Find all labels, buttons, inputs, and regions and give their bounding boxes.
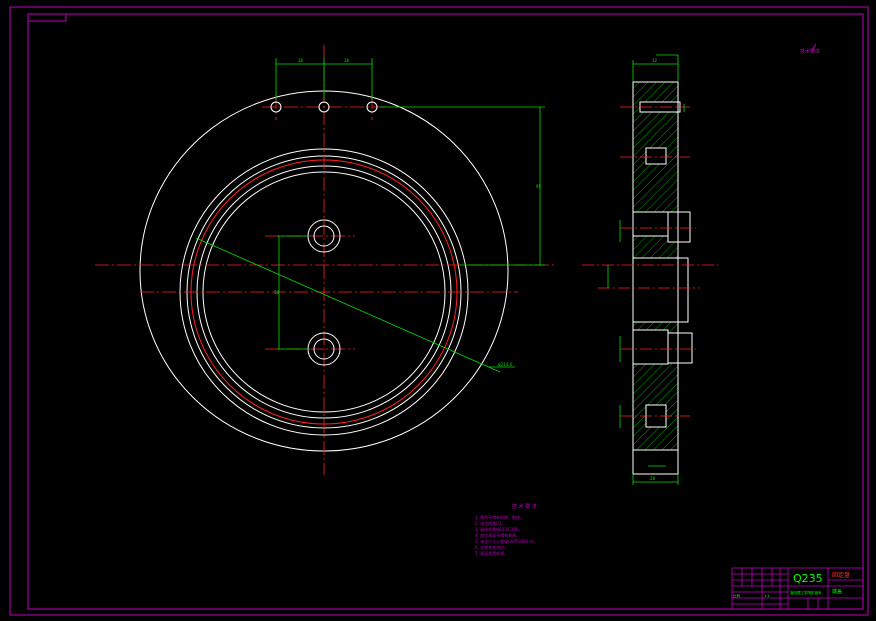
front-centerlines (95, 45, 555, 475)
note-1: 1. 铸件不得有砂眼、裂纹。 (475, 514, 524, 520)
section-view: 12 28 (582, 54, 718, 485)
sheet-border (9, 6, 869, 616)
front-dimension-text: 36 36 95 58 φ214.6 (274, 58, 542, 367)
part-name: 固定盘 (832, 571, 850, 579)
note-3: 3. 调质处理HB220-250。 (475, 526, 523, 532)
dim-hole-spacing: 58 (274, 290, 280, 295)
note-5: 5. 未注尺寸公差按GB/T1804-m。 (475, 538, 537, 544)
corner-note: 技术要求 (800, 43, 820, 55)
dim-side-top: 12 (652, 58, 658, 63)
front-dimensions (195, 58, 545, 373)
note-7: 7. 表面发黑处理。 (475, 550, 508, 556)
dim-top-right: 36 (344, 58, 350, 63)
dim-vertical-right: 95 (536, 184, 542, 189)
scale-label: 比例 (733, 593, 741, 598)
school-name: 洛阳理工学院机械系 (790, 590, 822, 595)
dim-top-left: 36 (298, 58, 304, 63)
scale-value: 1:1 (764, 594, 770, 598)
technical-notes: 技 术 要 求 1. 铸件不得有砂眼、裂纹。 2. 未注倒角C1。 3. 调质处… (475, 503, 537, 556)
dim-diameter-leader: φ214.6 (498, 362, 513, 367)
title-block: Q235 固定盘 端盖 洛阳理工学院机械系 比例 1:1 (731, 567, 864, 610)
drawing-name: 端盖 (832, 588, 842, 595)
note-2: 2. 未注倒角C1。 (475, 520, 505, 526)
notes-heading: 技 术 要 求 (512, 503, 537, 510)
note-6: 6. 去除毛刺锐边。 (475, 544, 508, 550)
front-view: 36 36 95 58 φ214.6 (95, 45, 555, 475)
cad-drawing-canvas: 技术要求 36 36 95 58 φ214.6 12 28 技 术 要 求 1.… (9, 6, 869, 616)
material-label: Q235 (793, 572, 823, 585)
diameter-leader (195, 237, 501, 373)
note-4: 4. 加工表面不得有划痕。 (475, 532, 520, 538)
dim-side-bottom: 28 (650, 476, 656, 481)
corner-note-text: 技术要求 (800, 48, 820, 55)
